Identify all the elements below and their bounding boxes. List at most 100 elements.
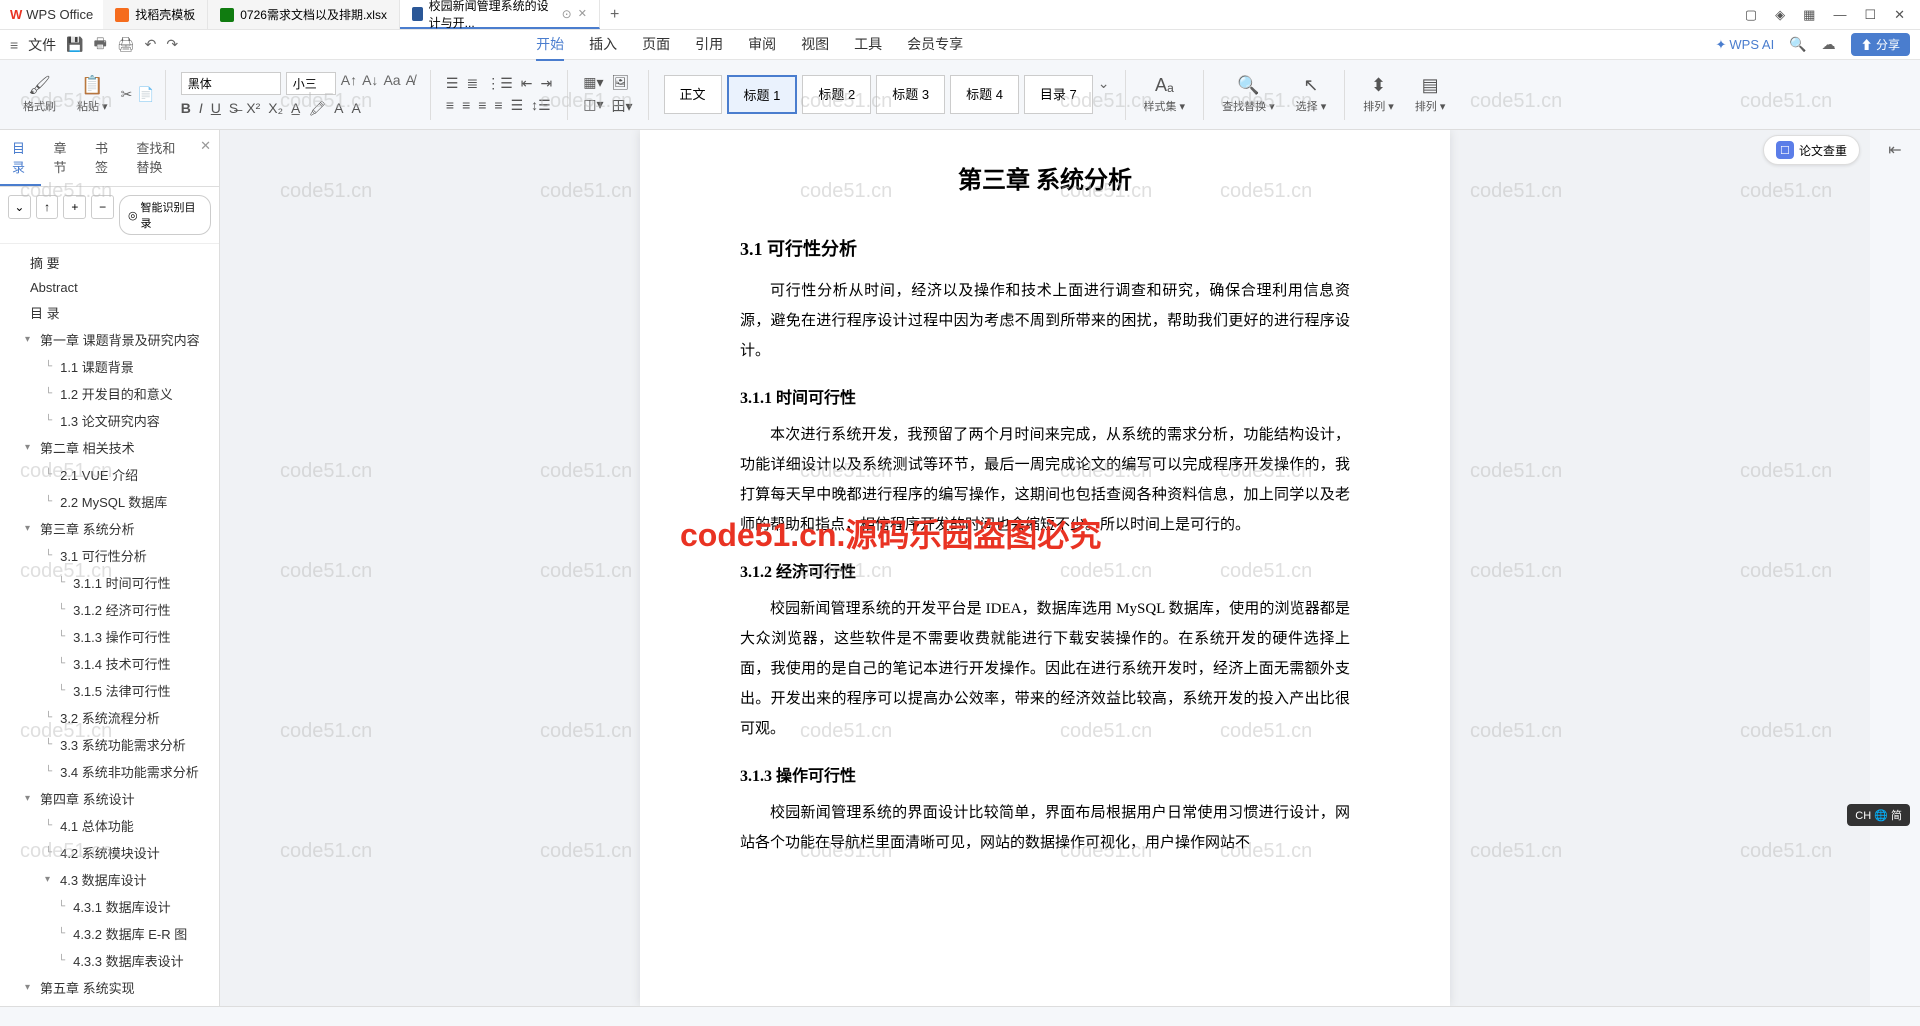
toc-item[interactable]: └3.1.1 时间可行性 (0, 569, 219, 596)
search-icon[interactable]: 🔍 (1789, 36, 1806, 53)
ribbon-tab[interactable]: 会员专享 (907, 29, 963, 61)
style-heading-3[interactable]: 标题 3 (876, 75, 945, 114)
toc-item[interactable]: ▾4.3 数据库设计 (0, 866, 219, 893)
toc-item[interactable]: └4.3.2 数据库 E-R 图 (0, 920, 219, 947)
underline-button[interactable]: U (211, 100, 221, 117)
arrange-2-button[interactable]: ▤ 排列 ▾ (1407, 75, 1454, 114)
grid-icon[interactable]: ▢ (1745, 7, 1757, 23)
toc-item[interactable]: └3.2 系统流程分析 (0, 704, 219, 731)
font-color-2-button[interactable]: A (334, 100, 343, 117)
justify-icon[interactable]: ≡ (494, 97, 502, 114)
document-tab[interactable]: 0726需求文档以及排期.xlsx (208, 0, 400, 29)
toc-item[interactable]: └3.1.5 法律可行性 (0, 677, 219, 704)
style-heading-2[interactable]: 标题 2 (802, 75, 871, 114)
nav-tab[interactable]: 查找和替换 (124, 130, 192, 186)
theme-icon[interactable]: ▦ (1803, 7, 1815, 23)
toc-item[interactable]: ▾第二章 相关技术 (0, 434, 219, 461)
wps-ai-button[interactable]: ✦ WPS AI (1716, 37, 1775, 53)
print-icon[interactable]: 🖶 (94, 33, 107, 57)
find-replace-button[interactable]: 🔍 查找替换 ▾ (1214, 75, 1283, 114)
highlight-button[interactable]: 🖍 (308, 100, 326, 117)
decrease-font-icon[interactable]: A↓ (362, 72, 378, 95)
line-spacing-icon[interactable]: ↕☰ (531, 97, 551, 114)
minimize-button[interactable]: — (1833, 7, 1846, 23)
toc-item[interactable]: 摘 要 (0, 249, 219, 276)
toc-item[interactable]: ▾第三章 系统分析 (0, 515, 219, 542)
undo-icon[interactable]: ↶ (145, 36, 157, 53)
toc-item[interactable]: └4.2 系统模块设计 (0, 839, 219, 866)
distributed-icon[interactable]: ☰ (511, 97, 524, 114)
shading-icon[interactable]: ▦▾ (583, 74, 603, 91)
tab-more-icon[interactable]: ⊙ (562, 7, 572, 21)
ribbon-tab[interactable]: 引用 (695, 29, 723, 61)
cloud-icon[interactable]: ☁ (1822, 36, 1836, 53)
move-up-button[interactable]: ↑ (36, 195, 59, 219)
toc-item[interactable]: └3.4 系统非功能需求分析 (0, 758, 219, 785)
style-heading-1[interactable]: 标题 1 (727, 75, 798, 114)
toc-item[interactable]: └4.3.3 数据库表设计 (0, 947, 219, 974)
document-tab[interactable]: 校园新闻管理系统的设计与开...⊙✕ (400, 0, 600, 29)
format-painter-button[interactable]: 🖌 格式刷 (15, 75, 64, 114)
toc-item[interactable]: └1.2 开发目的和意义 (0, 380, 219, 407)
borders-icon[interactable]: 🖼 (612, 74, 630, 91)
align-right-icon[interactable]: ≡ (478, 97, 486, 114)
toc-item[interactable]: └3.1.3 操作可行性 (0, 623, 219, 650)
ribbon-tab[interactable]: 视图 (801, 29, 829, 61)
border-style-icon[interactable]: 田▾ (612, 96, 633, 116)
toc-item[interactable]: └1.1 课题背景 (0, 353, 219, 380)
nav-tab[interactable]: 章节 (41, 130, 82, 186)
toc-item[interactable]: └3.3 系统功能需求分析 (0, 731, 219, 758)
toc-item[interactable]: ▾第一章 课题背景及研究内容 (0, 326, 219, 353)
toc-item[interactable]: └4.3.1 数据库设计 (0, 893, 219, 920)
toc-item[interactable]: └3.1.2 经济可行性 (0, 596, 219, 623)
ribbon-tab[interactable]: 开始 (536, 29, 564, 61)
document-canvas[interactable]: 第三章 系统分析 3.1 可行性分析 可行性分析从时间，经济以及操作和技术上面进… (220, 130, 1870, 1006)
close-nav-icon[interactable]: ✕ (192, 130, 219, 186)
demote-button[interactable]: − (91, 195, 114, 219)
style-expand-icon[interactable]: ⌄ (1098, 75, 1110, 114)
copy-icon[interactable]: 📄 (137, 86, 154, 103)
toc-item[interactable]: └2.2 MySQL 数据库 (0, 488, 219, 515)
ribbon-tab[interactable]: 页面 (642, 29, 670, 61)
share-button[interactable]: ⬆ 分享 (1851, 33, 1910, 56)
thesis-check-button[interactable]: ☐ 论文查重 (1763, 135, 1860, 165)
number-list-icon[interactable]: ≣ (466, 75, 478, 92)
style-body[interactable]: 正文 (664, 75, 722, 114)
text-effect-button[interactable]: A (351, 100, 360, 117)
font-size-select[interactable]: 小三 (286, 72, 336, 95)
toc-item[interactable]: ▾第五章 系统实现 (0, 974, 219, 1001)
ribbon-tab[interactable]: 工具 (854, 29, 882, 61)
subscript-button[interactable]: X₂ (268, 100, 283, 117)
shading-color-icon[interactable]: ◫▾ (583, 96, 603, 116)
toc-item[interactable]: ▾第四章 系统设计 (0, 785, 219, 812)
toc-item[interactable]: └2.1 VUE 介绍 (0, 461, 219, 488)
maximize-button[interactable]: ☐ (1864, 7, 1876, 23)
paste-button[interactable]: 📋 粘贴 ▾ (69, 75, 116, 114)
bullet-list-icon[interactable]: ☰ (446, 75, 459, 92)
toc-item[interactable]: └5.1 管理员功能模块的实现 (0, 1001, 219, 1006)
smart-toc-button[interactable]: ◎ 智能识别目录 (119, 195, 211, 235)
toc-item[interactable]: └3.1.4 技术可行性 (0, 650, 219, 677)
arrange-button[interactable]: ⬍ 排列 ▾ (1355, 75, 1402, 114)
strikethrough-button[interactable]: S̶ (229, 100, 238, 117)
hamburger-icon[interactable]: ≡ (10, 37, 18, 53)
cut-icon[interactable]: ✂ (121, 86, 133, 103)
font-color-button[interactable]: A̲ (291, 100, 300, 117)
collapse-button[interactable]: ⌄ (8, 195, 31, 219)
superscript-button[interactable]: X² (246, 100, 260, 117)
decrease-indent-icon[interactable]: ⇤ (521, 75, 533, 92)
toc-item[interactable]: └4.1 总体功能 (0, 812, 219, 839)
style-heading-4[interactable]: 标题 4 (950, 75, 1019, 114)
font-family-select[interactable]: 黑体 (181, 72, 281, 95)
toc-item[interactable]: └3.1 可行性分析 (0, 542, 219, 569)
toc-item[interactable]: Abstract (0, 276, 219, 299)
select-button[interactable]: ↖ 选择 ▾ (1288, 75, 1335, 114)
expand-panel-icon[interactable]: ⇤ (1888, 140, 1901, 160)
multilevel-list-icon[interactable]: ⋮☰ (486, 75, 513, 92)
ribbon-tab[interactable]: 审阅 (748, 29, 776, 61)
styles-button[interactable]: Aₐ 样式集 ▾ (1136, 75, 1194, 114)
tab-close-icon[interactable]: ✕ (578, 7, 587, 20)
align-left-icon[interactable]: ≡ (446, 97, 454, 114)
save-icon[interactable]: 💾 (66, 36, 83, 53)
nav-tab[interactable]: 书签 (83, 130, 124, 186)
